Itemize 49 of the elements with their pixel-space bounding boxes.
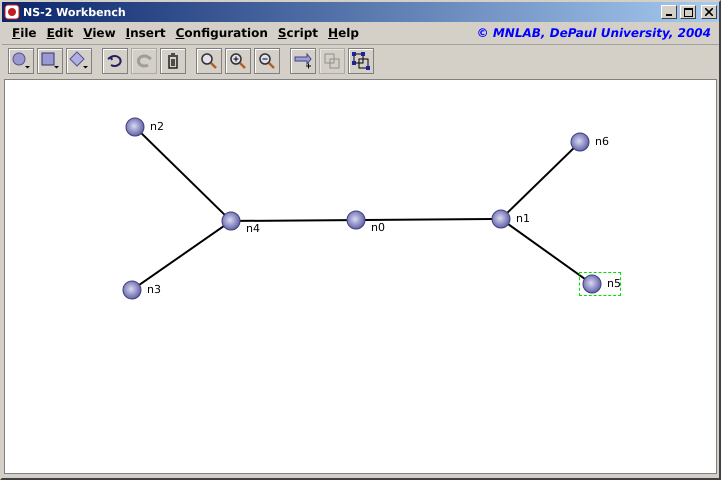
app-icon [4, 4, 20, 20]
group-icon [322, 51, 342, 71]
node-label: n1 [516, 212, 530, 225]
copyright-text: © MNLAB, DePaul University, 2004 [476, 26, 712, 40]
node-label: n4 [246, 222, 260, 235]
menu-item[interactable]: View [79, 26, 122, 40]
menu-item[interactable]: Configuration [172, 26, 274, 40]
link-line [506, 148, 574, 214]
tool-button[interactable] [196, 48, 222, 74]
tool-button[interactable] [254, 48, 280, 74]
menu-item[interactable]: Insert [122, 26, 172, 40]
zoom-in-icon [228, 51, 248, 71]
node-label: n6 [595, 135, 609, 148]
network-node[interactable] [346, 210, 366, 230]
close-button[interactable] [701, 5, 717, 19]
ungroup-icon [351, 51, 371, 71]
circle-node-icon [11, 51, 31, 71]
tool-button[interactable] [8, 48, 34, 74]
diamond-node-icon [69, 51, 89, 71]
add-link-icon [293, 51, 313, 71]
window-title: NS-2 Workbench [23, 6, 127, 18]
close-icon [705, 8, 713, 16]
zoom-out-icon [257, 51, 277, 71]
menu-item[interactable]: Edit [42, 26, 80, 40]
magnifier-icon [199, 51, 219, 71]
maximize-icon [684, 8, 692, 16]
network-node[interactable] [492, 210, 510, 228]
tool-button[interactable] [102, 48, 128, 74]
menu-item[interactable]: Script [274, 26, 324, 40]
tool-button[interactable] [160, 48, 186, 74]
tool-button[interactable] [225, 48, 251, 74]
network-node[interactable] [222, 212, 240, 230]
maximize-button[interactable] [680, 5, 696, 19]
menu-item[interactable]: Help [324, 26, 365, 40]
node-label: n5 [607, 277, 621, 290]
tool-button[interactable] [348, 48, 374, 74]
network-node[interactable] [122, 280, 142, 300]
network-node[interactable] [126, 118, 144, 136]
node-label: n0 [371, 221, 385, 234]
network-node[interactable] [582, 274, 602, 294]
node-label: n2 [150, 120, 164, 133]
node-label: n3 [147, 283, 161, 296]
tool-button[interactable] [290, 48, 316, 74]
minimize-button[interactable] [661, 5, 677, 19]
tool-button[interactable] [66, 48, 92, 74]
network-node[interactable] [570, 132, 590, 152]
square-node-icon [40, 51, 60, 71]
menu-item[interactable]: File [8, 26, 43, 40]
tool-button[interactable] [37, 48, 63, 74]
